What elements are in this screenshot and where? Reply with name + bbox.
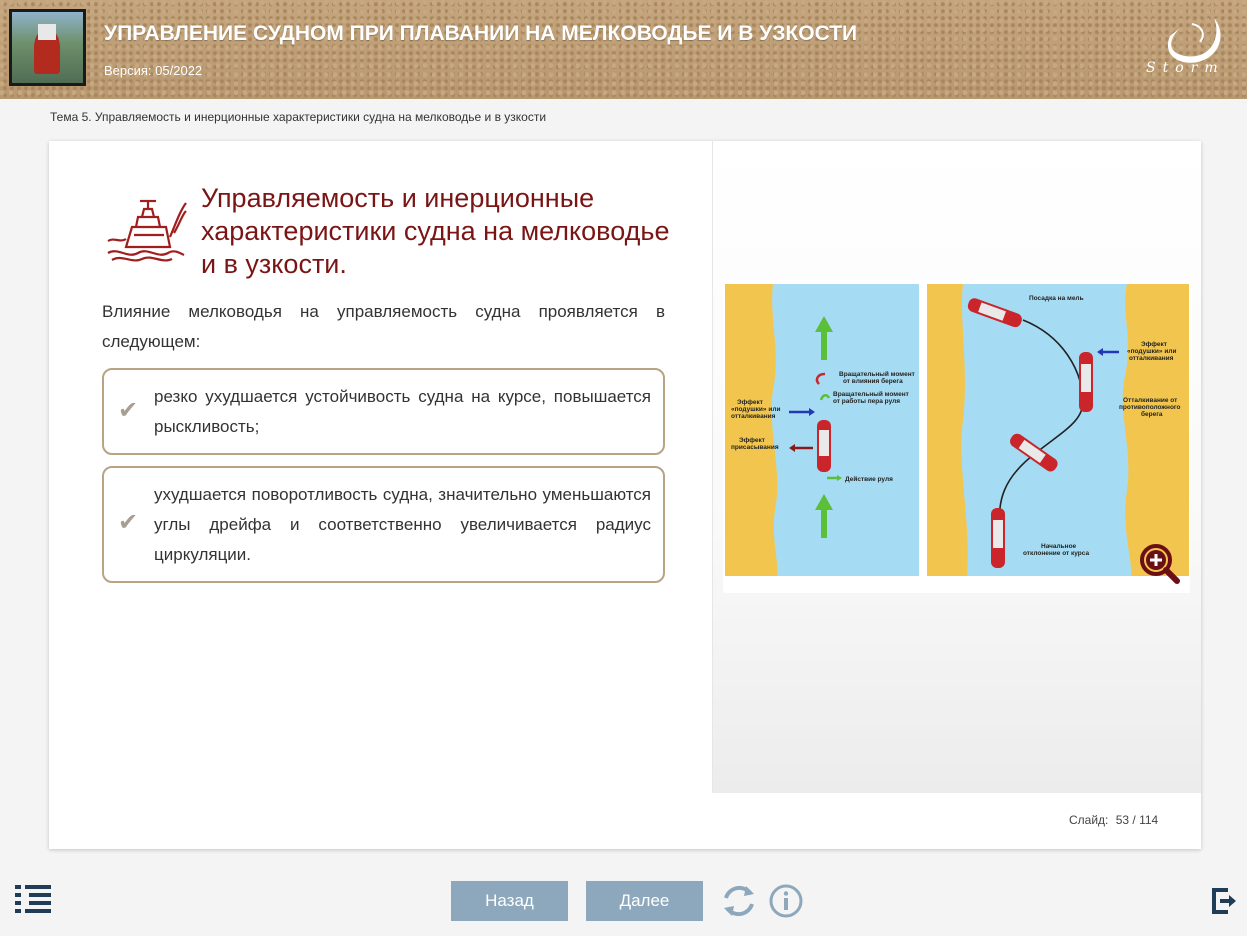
app-header: УПРАВЛЕНИЕ СУДНОМ ПРИ ПЛАВАНИИ НА МЕЛКОВ… xyxy=(0,0,1247,99)
diagram-right-panel: Посадка на мель Эффект «подушки» или отт… xyxy=(927,284,1189,576)
back-button[interactable]: Назад xyxy=(451,881,568,921)
bullet-text: ухудшается поворотливость судна, значите… xyxy=(154,485,651,564)
slide-content: Управляемость и инерционные характеристи… xyxy=(49,141,1201,849)
label-moment-bank: Вращательный момент xyxy=(839,370,915,378)
shallow-water-diagram[interactable]: Вращательный момент от влияния берега Вр… xyxy=(723,280,1190,593)
label-suction: Эффект xyxy=(739,437,765,444)
reload-icon[interactable] xyxy=(720,882,758,920)
menu-list-icon[interactable] xyxy=(15,885,53,913)
exit-icon[interactable] xyxy=(1210,886,1238,916)
storm-logo-icon xyxy=(1167,18,1221,63)
slide-intro: Влияние мелководья на управляемость судн… xyxy=(102,302,665,351)
label-initial: Начальное xyxy=(1041,543,1077,550)
course-title: УПРАВЛЕНИЕ СУДНОМ ПРИ ПЛАВАНИИ НА МЕЛКОВ… xyxy=(104,22,858,45)
bullet-card-2: ✔ ухудшается поворотливость судна, значи… xyxy=(102,466,665,583)
zoom-in-icon[interactable] xyxy=(1139,543,1181,585)
checkmark-icon: ✔ xyxy=(118,509,139,536)
ship-icon xyxy=(107,199,187,262)
label-rudder: Действие руля xyxy=(845,475,893,483)
slide-title: Управляемость и инерционные характеристи… xyxy=(201,183,670,279)
label-cushion-left: Эффект xyxy=(737,399,763,406)
label-cushion-right: Эффект xyxy=(1141,341,1167,348)
label-repel: Отталкивание от xyxy=(1123,397,1177,404)
label-grounding: Посадка на мель xyxy=(1029,295,1084,302)
breadcrumb: Тема 5. Управляемость и инерционные хара… xyxy=(50,110,547,124)
info-icon[interactable] xyxy=(768,883,804,919)
slide-divider xyxy=(712,141,713,793)
course-thumbnail xyxy=(9,9,86,86)
bullet-text: резко ухудшается устойчивость судна на к… xyxy=(154,387,651,436)
label-moment-rudder: Вращательный момент xyxy=(833,390,909,398)
diagram-left-panel: Вращательный момент от влияния берега Вр… xyxy=(725,284,919,576)
slide-counter: Слайд: 53 / 114 xyxy=(1069,813,1159,827)
storm-logo-text: Storm xyxy=(1146,60,1225,76)
course-version: Версия: 05/2022 xyxy=(104,63,203,78)
bullet-card-1: ✔ резко ухудшается устойчивость судна на… xyxy=(102,368,665,455)
checkmark-icon: ✔ xyxy=(118,397,139,424)
next-button[interactable]: Далее xyxy=(586,881,703,921)
